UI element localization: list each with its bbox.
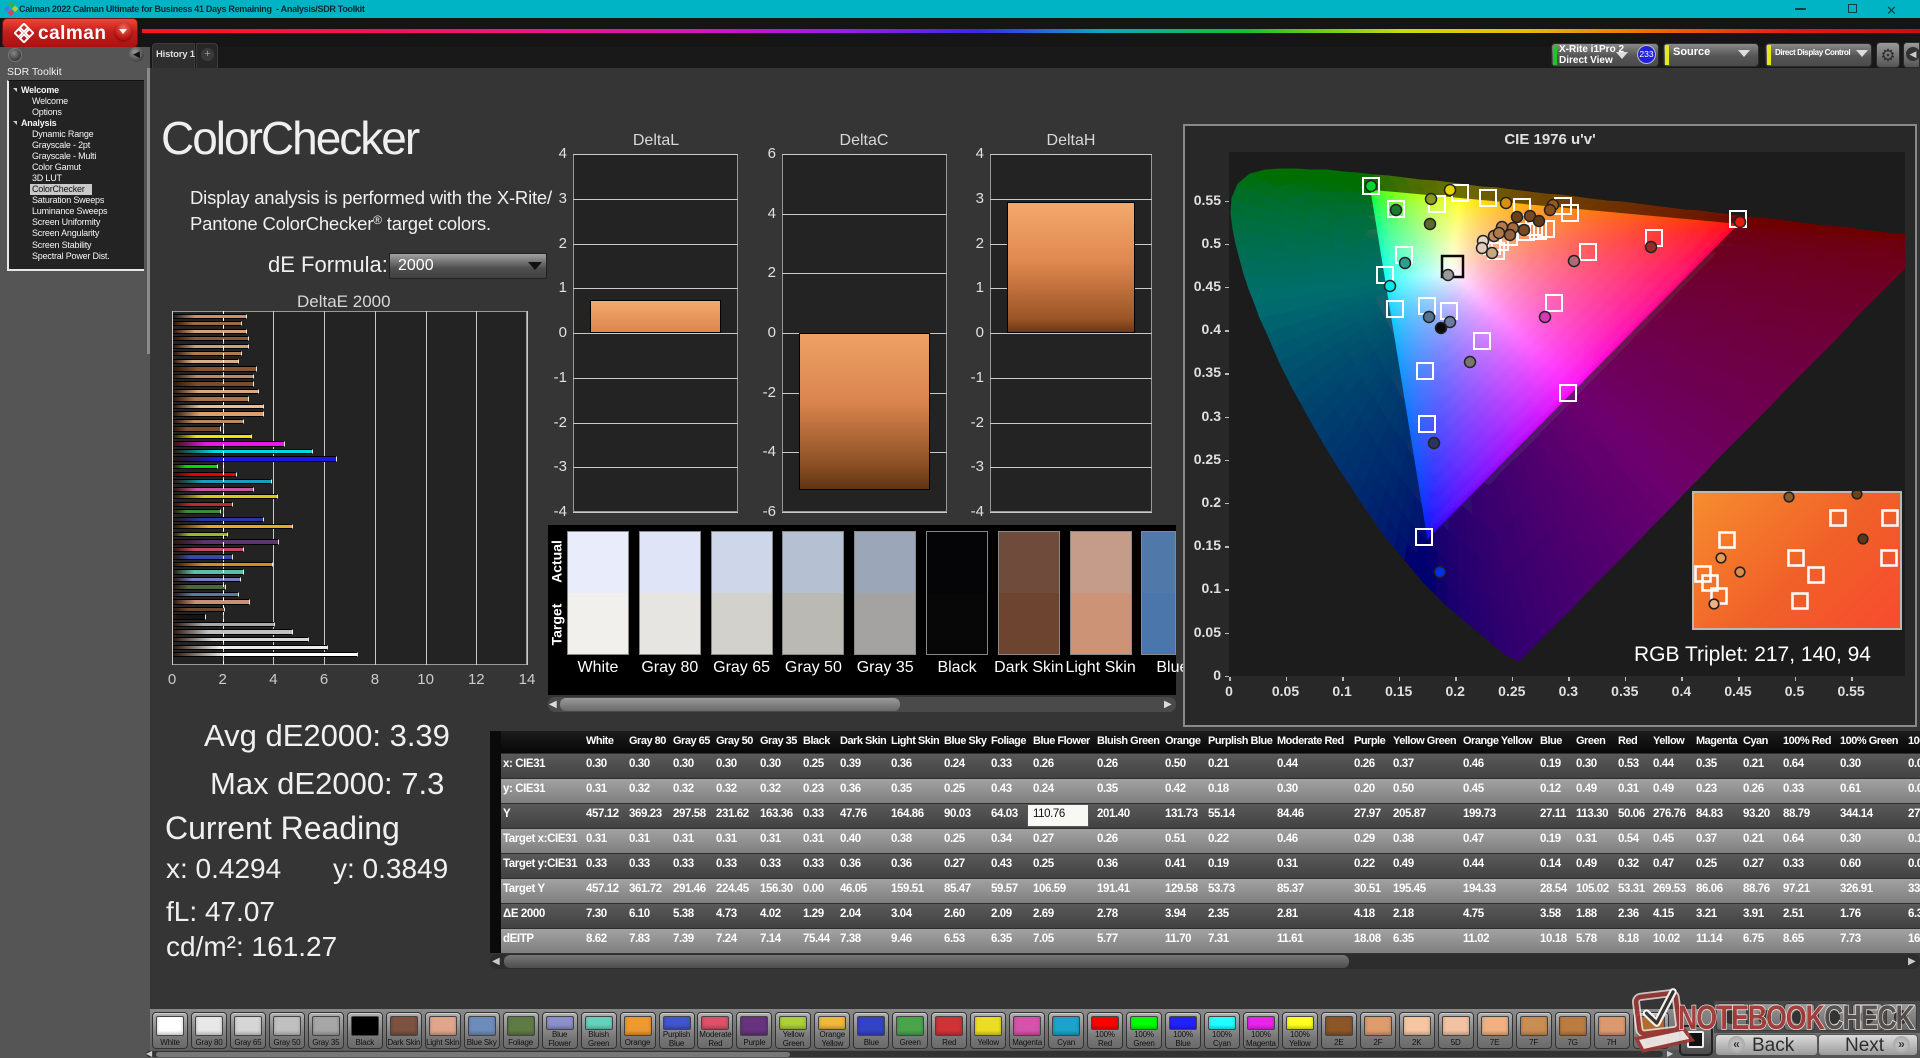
svg-text:CHECK: CHECK — [1824, 999, 1915, 1037]
svg-text:NOTEBOOK: NOTEBOOK — [1678, 999, 1825, 1037]
